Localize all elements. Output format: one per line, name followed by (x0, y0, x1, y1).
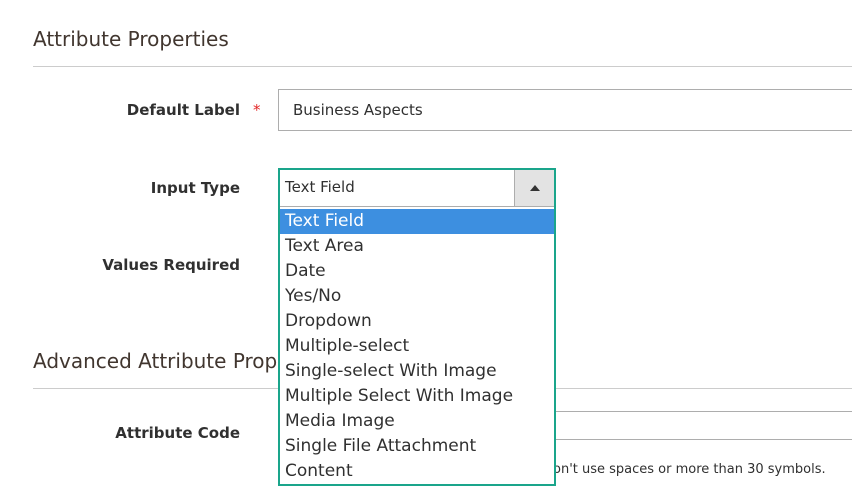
default-label-label: Default Label (126, 101, 240, 119)
input-type-select[interactable]: Text Field (278, 168, 556, 208)
section-title-attribute-properties: Attribute Properties (33, 27, 229, 51)
input-type-options-list[interactable]: Text Field Text Area Date Yes/No Dropdow… (278, 207, 556, 486)
section-title-advanced-attribute-properties: Advanced Attribute Prop (33, 349, 278, 373)
attribute-code-note: on't use spaces or more than 30 symbols. (553, 462, 826, 477)
section-divider (33, 66, 852, 67)
attribute-code-label: Attribute Code (115, 424, 240, 442)
triangle-up-icon (530, 185, 540, 191)
input-type-label: Input Type (150, 179, 240, 197)
default-label-input[interactable] (278, 89, 852, 131)
option-yes-no[interactable]: Yes/No (280, 284, 554, 309)
option-text-field[interactable]: Text Field (280, 209, 554, 234)
option-dropdown[interactable]: Dropdown (280, 309, 554, 334)
select-toggle-button[interactable] (514, 170, 554, 208)
option-single-select-with-image[interactable]: Single-select With Image (280, 359, 554, 384)
option-content[interactable]: Content (280, 459, 554, 484)
option-multiple-select-with-image[interactable]: Multiple Select With Image (280, 384, 554, 409)
option-single-file-attachment[interactable]: Single File Attachment (280, 434, 554, 459)
values-required-label: Values Required (102, 256, 240, 274)
attribute-code-input[interactable] (540, 411, 852, 440)
option-multiple-select[interactable]: Multiple-select (280, 334, 554, 359)
option-media-image[interactable]: Media Image (280, 409, 554, 434)
option-text-area[interactable]: Text Area (280, 234, 554, 259)
required-star: * (253, 101, 261, 119)
input-type-selected-value: Text Field (285, 178, 355, 196)
option-date[interactable]: Date (280, 259, 554, 284)
